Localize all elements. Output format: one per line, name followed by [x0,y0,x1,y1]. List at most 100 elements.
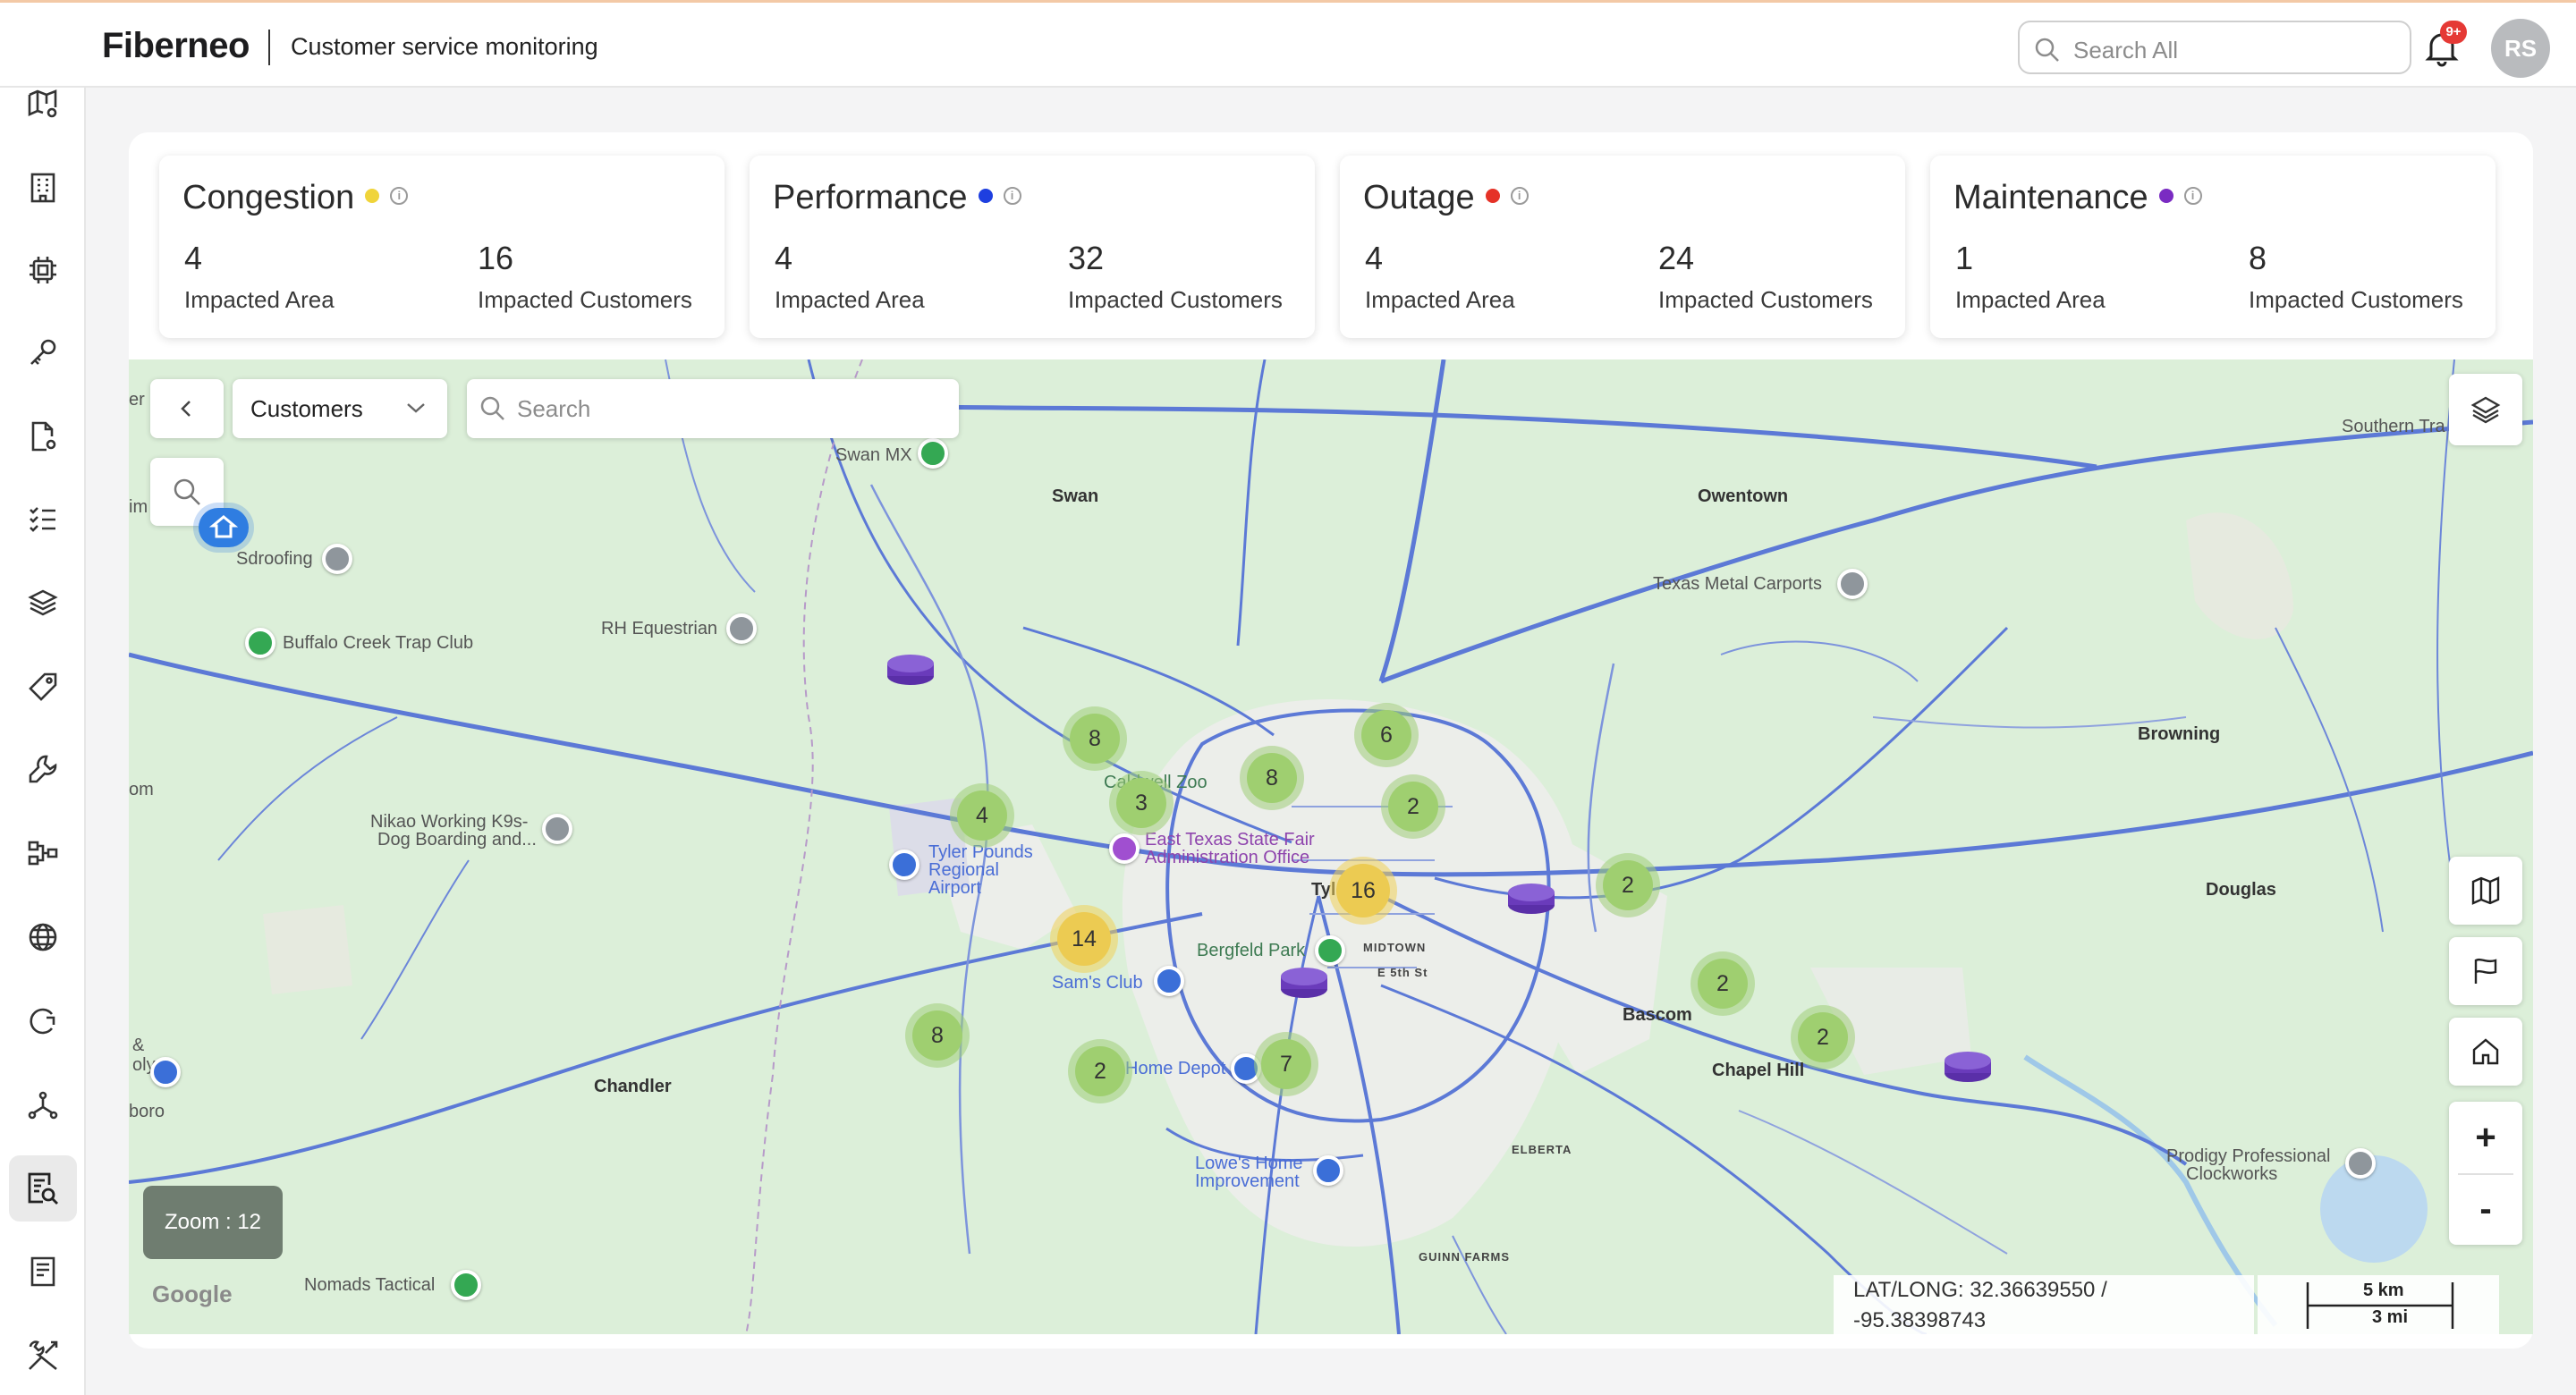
info-icon[interactable]: i [1003,186,1021,205]
customer-cluster[interactable]: 2 [1596,853,1660,917]
status-dot-icon [2158,188,2174,203]
network-icon[interactable] [21,1084,64,1127]
document-settings-icon[interactable] [21,415,64,458]
map-search-input[interactable]: Search [467,379,959,438]
shop-pin-icon[interactable] [1154,966,1184,996]
chip-icon[interactable] [21,249,64,292]
chevron-down-icon [407,403,425,413]
map-back-button[interactable] [150,379,224,438]
coordinates-readout: LAT/LONG: 32.36639550 / -95.38398743 [1834,1275,2254,1334]
map-label-chandler: Chandler [594,1077,672,1096]
park-pin-icon[interactable] [918,438,948,469]
building-icon[interactable] [21,166,64,209]
map-label-guinn-farms: GUINN FARMS [1419,1250,1510,1264]
impacted-area-label: Impacted Area [1955,286,2106,313]
user-avatar[interactable]: RS [2491,19,2550,78]
business-pin-icon[interactable] [2345,1148,2376,1179]
location-marker-icon[interactable] [199,508,249,547]
customer-cluster[interactable]: 2 [1690,951,1755,1016]
map-label-nomads: Nomads Tactical [304,1275,436,1295]
map-label-nikao-2: Dog Boarding and... [377,830,537,850]
globe-icon[interactable] [21,916,64,959]
business-pin-icon[interactable] [726,613,757,644]
map-label-elberta: ELBERTA [1512,1143,1572,1156]
info-icon[interactable]: i [390,186,409,205]
customer-cluster[interactable]: 2 [1068,1039,1132,1103]
global-search-placeholder: Search All [2073,37,2179,63]
info-icon[interactable]: i [2183,186,2202,205]
zoom-out-button[interactable]: - [2449,1173,2522,1245]
kpi-card-congestion[interactable]: Congestion i 4 Impacted Area 16 Impacted … [159,156,724,338]
server-stack-icon[interactable] [21,581,64,624]
map-label-bergfeld-park: Bergfeld Park [1197,941,1306,960]
chevron-left-icon [181,401,191,417]
flag-button[interactable] [2449,937,2522,1005]
map-settings-icon[interactable] [21,82,64,125]
kpi-title: Maintenance i [1953,179,2202,217]
impacted-customers-label: Impacted Customers [2249,286,2463,313]
business-pin-icon[interactable] [1837,569,1868,599]
office-pin-icon[interactable] [1109,833,1140,864]
shop-pin-icon[interactable] [1313,1155,1343,1186]
park-pin-icon[interactable] [245,628,275,658]
map-label-swan: Swan [1052,486,1099,506]
site-tower-icon[interactable] [1943,1048,1993,1084]
kpi-title: Performance i [773,179,1021,217]
business-pin-icon[interactable] [322,544,352,574]
map-view-button[interactable] [2449,857,2522,925]
customer-cluster[interactable]: 2 [1381,774,1445,839]
customer-cluster[interactable]: 4 [950,783,1014,848]
impacted-customers-value: 32 [1068,240,1105,276]
customer-cluster[interactable]: 8 [1063,706,1127,771]
shop-pin-icon[interactable] [150,1057,181,1087]
map-label-douglas: Douglas [2206,880,2276,900]
park-pin-icon[interactable] [451,1270,481,1300]
pie-refresh-icon[interactable] [21,1000,64,1043]
customer-cluster[interactable]: 16 [1329,857,1397,925]
kpi-card-outage[interactable]: Outage i 4 Impacted Area 24 Impacted Cust… [1340,156,1905,338]
customer-cluster[interactable]: 8 [1240,746,1304,810]
layers-button[interactable] [2449,374,2522,445]
zoom-in-button[interactable]: + [2449,1102,2522,1173]
customer-cluster[interactable]: 3 [1109,771,1174,835]
info-icon[interactable]: i [1510,186,1529,205]
kpi-title: Outage i [1363,179,1529,217]
map-label-texas-metal: Texas Metal Carports [1653,574,1822,594]
global-search-input[interactable]: Search All [2018,21,2411,74]
airport-pin-icon[interactable] [889,850,919,880]
service-map[interactable]: Swan MX Swan Owentown Southern Tra Sdroo… [129,359,2533,1334]
impacted-customers-label: Impacted Customers [1068,286,1283,313]
home-button[interactable] [2449,1018,2522,1086]
hierarchy-icon[interactable] [21,832,64,875]
customer-cluster[interactable]: 6 [1354,703,1419,767]
map-label-east-texas-2: Administration Office [1145,848,1310,867]
tools-icon[interactable] [21,1334,64,1377]
checklist-icon[interactable] [21,497,64,540]
map-label-bascom: Bascom [1623,1005,1692,1025]
site-tower-icon[interactable] [1506,880,1556,916]
wrench-icon[interactable] [21,748,64,790]
business-pin-icon[interactable] [542,814,572,844]
report-search-icon[interactable] [9,1155,77,1222]
customer-cluster[interactable]: 2 [1791,1005,1855,1070]
map-label-browning: Browning [2138,724,2221,744]
park-pin-icon[interactable] [1315,935,1345,966]
kpi-card-performance[interactable]: Performance i 4 Impacted Area 32 Impacted… [750,156,1315,338]
map-label-lowes-2: Improvement [1195,1171,1300,1191]
customer-cluster[interactable]: 7 [1254,1032,1318,1096]
site-tower-icon[interactable] [1279,964,1329,1000]
tag-icon[interactable] [21,665,64,708]
scale-km-label: 5 km [2363,1281,2404,1300]
map-layer-dropdown[interactable]: Customers [233,379,447,438]
brand-logo[interactable]: Fiberneo [102,26,250,66]
search-icon [2035,38,2059,62]
site-tower-icon[interactable] [886,651,936,687]
kpi-card-maintenance[interactable]: Maintenance i 1 Impacted Area 8 Impacted … [1930,156,2496,338]
map-label-home-depot: Home Depot [1125,1059,1226,1078]
key-icon[interactable] [21,331,64,374]
impacted-area-value: 4 [1365,240,1384,276]
invoice-icon[interactable] [21,1250,64,1293]
impacted-area-label: Impacted Area [775,286,925,313]
customer-cluster[interactable]: 14 [1050,905,1118,973]
customer-cluster[interactable]: 8 [905,1003,970,1068]
